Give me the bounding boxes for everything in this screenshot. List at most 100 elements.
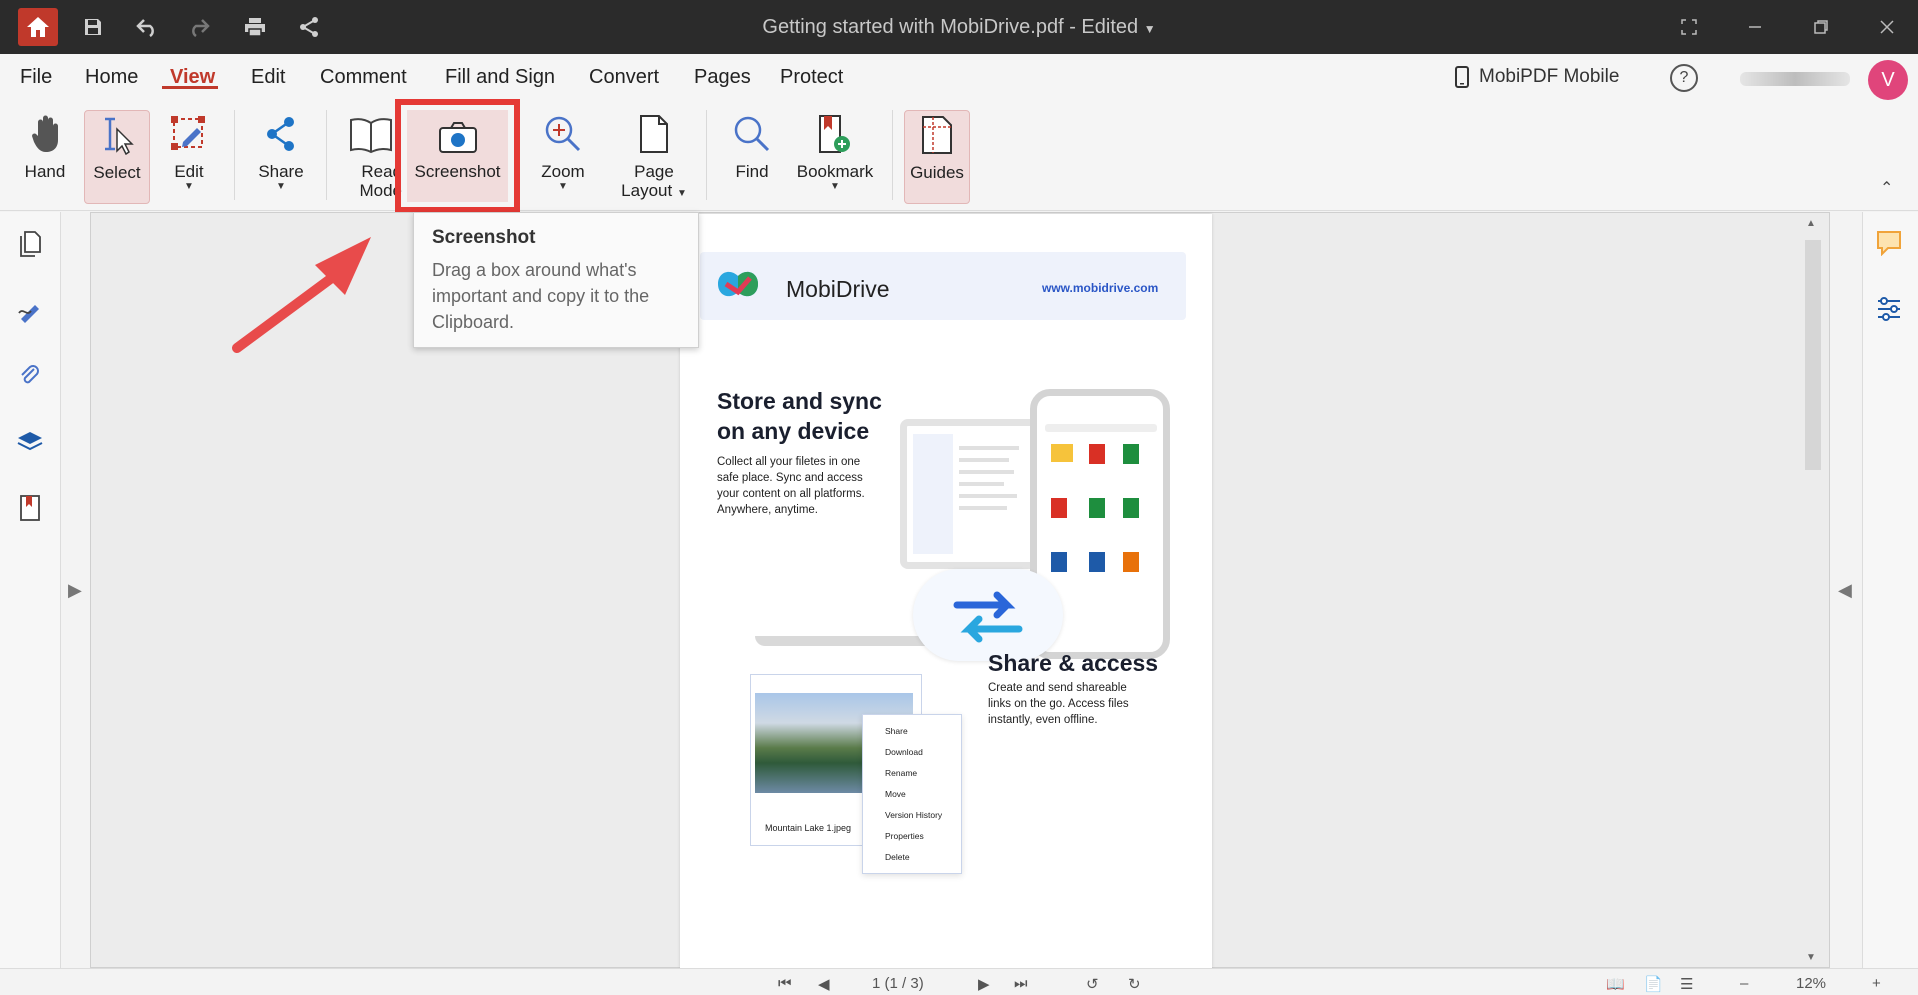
- body-text: Anywhere, anytime.: [717, 504, 818, 516]
- book-icon: [350, 118, 392, 154]
- properties-panel-button[interactable]: [1876, 296, 1902, 327]
- paperclip-icon: [21, 365, 39, 384]
- vertical-scrollbar-thumb[interactable]: [1805, 240, 1821, 470]
- phone-icon: [1455, 66, 1469, 88]
- bookmark-icon: [20, 495, 40, 521]
- left-sidebar: [0, 212, 61, 968]
- menu-convert[interactable]: Convert: [589, 66, 659, 89]
- tooltip-text-line: important and copy it to the: [432, 286, 650, 306]
- menu-home[interactable]: Home: [85, 66, 138, 89]
- select-button[interactable]: Select: [84, 110, 150, 204]
- last-page-button[interactable]: ⏭: [1014, 975, 1028, 992]
- avatar[interactable]: V: [1868, 60, 1908, 100]
- continuous-view-button[interactable]: ☰: [1680, 975, 1693, 993]
- menu-protect[interactable]: Protect: [780, 66, 843, 89]
- sidebar-item-bookmarks[interactable]: [16, 494, 44, 522]
- scroll-up-icon[interactable]: ▲: [1806, 218, 1816, 229]
- sidebar-item-pages[interactable]: [16, 230, 44, 258]
- share-button[interactable]: Share ▼: [250, 110, 312, 202]
- brand-header: MobiDrive www.mobidrive.com: [700, 252, 1186, 320]
- guides-button[interactable]: Guides: [904, 110, 970, 204]
- layers-icon: [17, 432, 43, 451]
- find-label: Find: [735, 162, 769, 181]
- pages-icon: [20, 231, 41, 257]
- expand-right-panel-button[interactable]: ◀: [1838, 580, 1852, 601]
- ctx-item: Rename: [885, 768, 918, 778]
- rotate-right-button[interactable]: ↻: [1128, 975, 1141, 993]
- zoom-in-button[interactable]: +: [1872, 975, 1881, 992]
- minimize-icon: [1749, 26, 1761, 28]
- photo-caption: Mountain Lake 1.jpeg: [765, 823, 852, 833]
- sidebar-item-signatures[interactable]: [16, 296, 44, 324]
- expand-left-panel-button[interactable]: ▶: [68, 580, 82, 601]
- ctx-item: Version History: [885, 810, 943, 820]
- page-indicator[interactable]: 1 (1 / 3): [872, 975, 924, 992]
- find-button[interactable]: Find: [720, 110, 784, 202]
- bookmark-button[interactable]: Bookmark ▼: [790, 110, 880, 202]
- next-page-button[interactable]: ▶: [978, 975, 990, 993]
- menu-fill-and-sign[interactable]: Fill and Sign: [445, 66, 555, 89]
- body-text: safe place. Sync and access: [717, 472, 863, 484]
- collapse-ribbon-button[interactable]: ⌃: [1880, 178, 1893, 198]
- chevron-down-icon: ▼: [830, 181, 840, 192]
- ctx-item: Properties: [885, 831, 924, 841]
- help-icon: ?: [1679, 69, 1689, 86]
- zoom-button[interactable]: Zoom ▼: [530, 110, 596, 202]
- edit-button[interactable]: Edit ▼: [158, 110, 220, 202]
- menu-bar: File Home View Edit Comment Fill and Sig…: [0, 54, 1918, 100]
- menu-comment[interactable]: Comment: [320, 66, 407, 89]
- sidebar-item-attachments[interactable]: [16, 362, 44, 390]
- chevron-down-icon: ▼: [558, 181, 568, 192]
- single-page-view-button[interactable]: 📄: [1644, 975, 1663, 993]
- highlight-box: [395, 99, 520, 213]
- sync-arrows-icon: [953, 591, 1023, 643]
- fullscreen-button[interactable]: [1674, 14, 1704, 40]
- ctx-item: Share: [885, 726, 908, 736]
- select-label: Select: [93, 163, 141, 182]
- share-icon: [267, 117, 294, 151]
- scroll-down-icon[interactable]: ▼: [1806, 952, 1816, 963]
- window-title[interactable]: Getting started with MobiDrive.pdf - Edi…: [0, 16, 1918, 39]
- rotate-right-icon: ↻: [1128, 976, 1141, 993]
- active-tab-indicator: [162, 86, 218, 89]
- hand-button[interactable]: Hand: [14, 110, 76, 202]
- previous-page-button[interactable]: ◀: [818, 975, 830, 993]
- edit-icon: [171, 116, 205, 150]
- screenshot-tooltip: Screenshot Drag a box around what's impo…: [413, 212, 699, 348]
- heading-store-sync: Store and sync: [717, 388, 882, 414]
- separator: [892, 110, 893, 200]
- fullscreen-icon: [1681, 19, 1697, 35]
- user-name-blurred: [1740, 72, 1850, 86]
- chevron-right-icon: ▶: [68, 580, 82, 600]
- zoom-level[interactable]: 12%: [1796, 975, 1826, 992]
- comments-panel-button[interactable]: [1876, 230, 1902, 261]
- text-lines-icon: ☰: [1680, 976, 1694, 993]
- next-page-icon: ▶: [978, 976, 990, 993]
- page-layout-button[interactable]: Page Layout ▼: [614, 110, 694, 202]
- zoom-out-button[interactable]: –: [1740, 975, 1748, 992]
- menu-file[interactable]: File: [20, 66, 52, 89]
- menu-pages[interactable]: Pages: [694, 66, 751, 89]
- chevron-left-icon: ◀: [1838, 580, 1852, 600]
- sidebar-item-layers[interactable]: [16, 428, 44, 456]
- menu-edit[interactable]: Edit: [251, 66, 285, 89]
- restore-button[interactable]: [1806, 14, 1836, 40]
- read-mode-button[interactable]: Read Mode: [340, 110, 402, 202]
- share-label: Share: [258, 162, 304, 181]
- body-text: links on the go. Access files: [988, 698, 1129, 710]
- ctx-item: Delete: [885, 852, 910, 862]
- bookmark-icon: [819, 115, 850, 153]
- hand-label: Hand: [24, 162, 66, 181]
- first-page-button[interactable]: ⏮: [778, 975, 792, 992]
- mobipdf-mobile-button[interactable]: MobiPDF Mobile: [1455, 66, 1619, 88]
- ctx-item: Download: [885, 747, 923, 757]
- help-button[interactable]: ?: [1670, 64, 1698, 92]
- minimize-button[interactable]: [1740, 14, 1770, 40]
- body-text: Create and send shareable: [988, 682, 1127, 694]
- close-button[interactable]: [1872, 14, 1902, 40]
- title-bar: Getting started with MobiDrive.pdf - Edi…: [0, 0, 1918, 54]
- rotate-left-button[interactable]: ↺: [1086, 975, 1099, 993]
- brand-url: www.mobidrive.com: [1042, 281, 1159, 295]
- read-mode-view-button[interactable]: 📖: [1606, 975, 1625, 993]
- text-select-icon: [105, 117, 134, 155]
